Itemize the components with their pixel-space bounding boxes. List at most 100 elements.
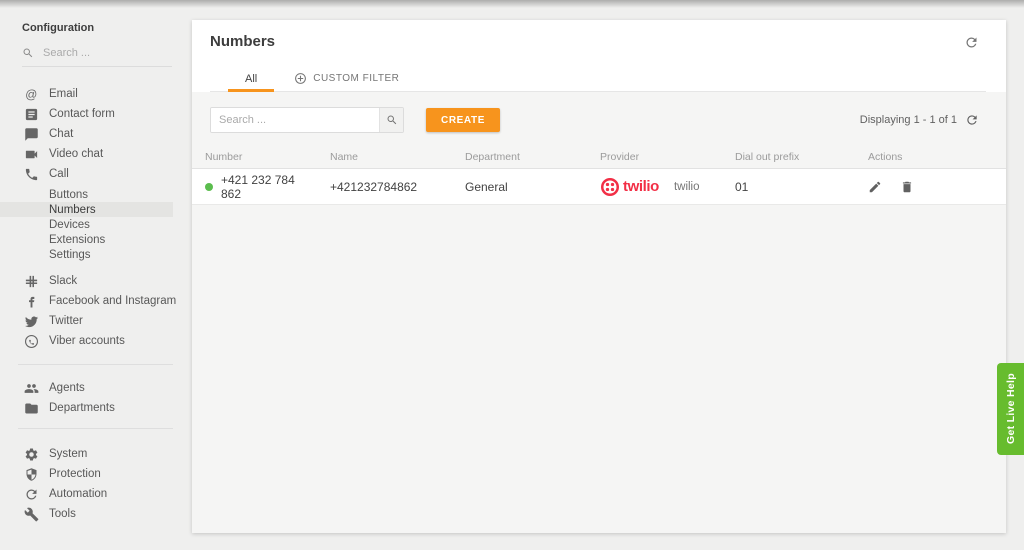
call-subitems: Buttons Numbers Devices Extensions Setti… xyxy=(0,187,190,262)
provider-cell: twilio twilio xyxy=(587,177,722,197)
sidebar-item-label: Devices xyxy=(49,219,90,231)
chat-bubble-icon xyxy=(24,127,39,142)
folder-icon xyxy=(24,401,39,416)
sidebar-item-departments[interactable]: Departments xyxy=(0,398,190,418)
sidebar-item-extensions[interactable]: Extensions xyxy=(0,232,173,247)
twilio-logo-icon: twilio xyxy=(600,177,659,197)
search-button[interactable] xyxy=(379,108,403,132)
tab-bar: All CUSTOM FILTER xyxy=(210,66,986,92)
sidebar-item-contact-form[interactable]: Contact form xyxy=(0,104,190,124)
refresh-icon[interactable] xyxy=(964,35,979,50)
column-header-number: Number xyxy=(192,151,317,163)
table-header: Number Name Department Provider Dial out… xyxy=(192,145,1006,169)
sidebar-item-automation[interactable]: Automation xyxy=(0,484,190,504)
actions-cell xyxy=(855,180,1006,194)
sidebar-item-label: Agents xyxy=(49,382,85,394)
edit-icon[interactable] xyxy=(868,180,882,194)
sync-icon xyxy=(24,487,39,502)
sidebar-item-call[interactable]: Call xyxy=(0,164,190,184)
panel-content: CREATE Displaying 1 - 1 of 1 Number Name… xyxy=(192,92,1006,533)
sidebar-item-label: Numbers xyxy=(49,204,96,216)
svg-text:@: @ xyxy=(25,87,37,101)
sidebar-item-label: Departments xyxy=(49,402,115,414)
table-row[interactable]: +421 232 784 862 +421232784862 General t… xyxy=(192,169,1006,205)
column-header-dial-out-prefix: Dial out prefix xyxy=(722,151,855,163)
page-title: Numbers xyxy=(210,34,986,50)
sidebar-item-label: Email xyxy=(49,88,78,100)
create-button[interactable]: CREATE xyxy=(426,108,500,132)
column-header-provider: Provider xyxy=(587,151,722,163)
sidebar-item-label: System xyxy=(49,448,87,460)
sidebar-item-video-chat[interactable]: Video chat xyxy=(0,144,190,164)
sidebar-item-label: Viber accounts xyxy=(49,335,125,347)
sidebar-title: Configuration xyxy=(22,22,190,34)
sidebar-item-label: Chat xyxy=(49,128,73,140)
sidebar-item-label: Twitter xyxy=(49,315,83,327)
video-camera-icon xyxy=(24,147,39,162)
sidebar-item-label: Slack xyxy=(49,275,77,287)
sidebar-item-label: Extensions xyxy=(49,234,105,246)
tab-label: CUSTOM FILTER xyxy=(313,73,399,84)
sidebar-item-label: Contact form xyxy=(49,108,115,120)
search-icon xyxy=(22,47,34,59)
tab-custom-filter[interactable]: CUSTOM FILTER xyxy=(290,66,403,91)
pagination-info: Displaying 1 - 1 of 1 xyxy=(860,113,979,127)
get-live-help-button[interactable]: Get Live Help xyxy=(997,363,1024,455)
sidebar-item-system[interactable]: System xyxy=(0,444,190,464)
sidebar-search-input[interactable] xyxy=(43,47,172,59)
sidebar-item-numbers[interactable]: Numbers xyxy=(0,202,173,217)
wrench-icon xyxy=(24,507,39,522)
configuration-sidebar: Configuration @ Email Contact form Chat … xyxy=(0,6,190,524)
department-cell: General xyxy=(452,180,587,194)
sidebar-item-slack[interactable]: Slack xyxy=(0,271,190,291)
sidebar-item-label: Settings xyxy=(49,249,91,261)
provider-value: twilio xyxy=(674,181,700,193)
sidebar-item-chat[interactable]: Chat xyxy=(0,124,190,144)
twilio-wordmark: twilio xyxy=(623,178,659,195)
phone-icon xyxy=(24,167,39,182)
sidebar-item-viber[interactable]: Viber accounts xyxy=(0,331,190,351)
sidebar-divider xyxy=(18,428,173,429)
get-live-help-label: Get Live Help xyxy=(1005,373,1017,444)
sidebar-item-settings[interactable]: Settings xyxy=(0,247,173,262)
sidebar-item-twitter[interactable]: Twitter xyxy=(0,311,190,331)
sidebar-item-protection[interactable]: Protection xyxy=(0,464,190,484)
department-value: General xyxy=(465,180,508,194)
tab-all[interactable]: All xyxy=(228,66,274,91)
viber-icon xyxy=(24,334,39,349)
name-cell: +421232784862 xyxy=(317,180,452,194)
panel-header: Numbers All CUSTOM FILTER xyxy=(192,20,1006,92)
tab-label: All xyxy=(245,73,257,85)
sidebar-item-tools[interactable]: Tools xyxy=(0,504,190,524)
slack-icon xyxy=(24,274,39,289)
column-header-actions: Actions xyxy=(855,151,1006,163)
sidebar-search[interactable] xyxy=(22,47,172,67)
delete-icon[interactable] xyxy=(900,180,914,194)
sidebar-item-label: Facebook and Instagram xyxy=(49,295,176,307)
plus-circle-icon xyxy=(294,72,307,85)
sidebar-item-label: Protection xyxy=(49,468,101,480)
column-header-name: Name xyxy=(317,151,452,163)
status-active-dot xyxy=(205,183,213,191)
shield-icon xyxy=(24,467,39,482)
refresh-icon[interactable] xyxy=(965,113,979,127)
sidebar-item-label: Tools xyxy=(49,508,76,520)
sidebar-nav: @ Email Contact form Chat Video chat Cal… xyxy=(0,84,190,524)
twitter-icon xyxy=(24,314,39,329)
sidebar-item-facebook-instagram[interactable]: Facebook and Instagram xyxy=(0,291,190,311)
search-input[interactable] xyxy=(211,108,379,132)
dial-out-prefix-cell: 01 xyxy=(722,180,855,194)
number-value: +421 232 784 862 xyxy=(221,173,317,201)
at-sign-icon: @ xyxy=(24,87,39,102)
name-value: +421232784862 xyxy=(330,180,417,194)
facebook-icon xyxy=(24,294,39,309)
sidebar-divider xyxy=(18,364,173,365)
sidebar-item-buttons[interactable]: Buttons xyxy=(0,187,173,202)
sidebar-item-label: Buttons xyxy=(49,189,88,201)
toolbar: CREATE Displaying 1 - 1 of 1 xyxy=(192,92,1006,133)
sidebar-item-devices[interactable]: Devices xyxy=(0,217,173,232)
sidebar-item-agents[interactable]: Agents xyxy=(0,378,190,398)
column-header-department: Department xyxy=(452,151,587,163)
sidebar-item-email[interactable]: @ Email xyxy=(0,84,190,104)
sidebar-item-label: Video chat xyxy=(49,148,103,160)
